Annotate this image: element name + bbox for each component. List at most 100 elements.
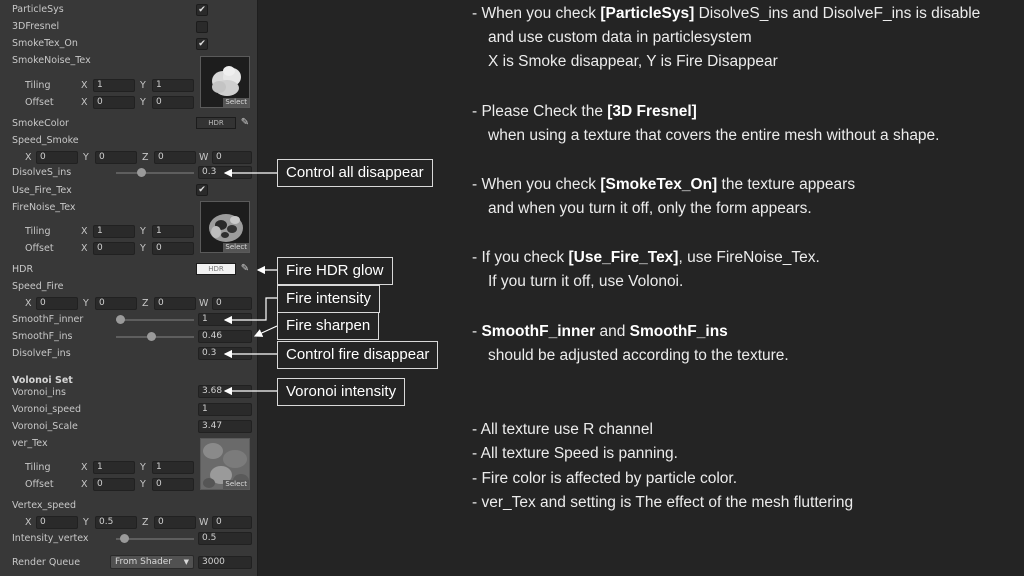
render-queue-label: Render Queue (12, 557, 81, 568)
speed-fire-w-field[interactable]: 0 (212, 297, 252, 310)
smoketex-on-checkbox[interactable]: ✔ (196, 38, 208, 50)
speed-smoke-w-field[interactable]: 0 (212, 151, 252, 164)
note-smoketex-line1: - When you check [SmokeTex_On] the textu… (472, 176, 856, 193)
smoke-color-label: SmokeColor (12, 118, 69, 129)
note-firetex-line2: If you turn it off, use Volonoi. (488, 273, 684, 290)
particlesys-checkbox[interactable]: ✔ (196, 4, 208, 16)
axis-w-label: W (199, 298, 209, 309)
hdr-badge: HDR (208, 119, 224, 127)
checkmark-icon: ✔ (198, 5, 206, 15)
volonoi-set-heading: Volonoi Set (12, 375, 73, 386)
render-queue-field[interactable]: 3000 (198, 556, 252, 569)
smoke-tiling-x-field[interactable]: 1 (93, 79, 135, 92)
ver-tiling-label: Tiling (25, 462, 51, 473)
speed-fire-z-field[interactable]: 0 (154, 297, 196, 310)
axis-y-label: Y (140, 97, 146, 108)
note-r-channel: - All texture use R channel (472, 421, 653, 438)
smoothf-inner-slider-track[interactable] (116, 319, 194, 321)
smoke-noise-tex-label: SmokeNoise_Tex (12, 55, 91, 66)
particlesys-label: ParticleSys (12, 4, 64, 15)
callout-voronoi-intensity: Voronoi intensity (277, 378, 406, 406)
axis-x-label: X (81, 479, 88, 490)
disolves-ins-field[interactable]: 0.3 (198, 166, 252, 179)
texture-select-button[interactable]: Select (223, 98, 249, 107)
speed-fire-x-field[interactable]: 0 (36, 297, 78, 310)
callout-fire-sharpen: Fire sharpen (277, 312, 380, 340)
ver-offset-y-field[interactable]: 0 (152, 478, 194, 491)
note-particlesys-line2: and use custom data in particlesystem (488, 29, 752, 46)
fire-offset-x-field[interactable]: 0 (93, 242, 135, 255)
fire-tiling-x-field[interactable]: 1 (93, 225, 135, 238)
vertex-speed-y-field[interactable]: 0.5 (95, 516, 137, 529)
smoke-noise-texture-slot[interactable]: Select (200, 56, 250, 108)
smoke-offset-x-field[interactable]: 0 (93, 96, 135, 109)
use-fire-tex-checkbox[interactable]: ✔ (196, 184, 208, 196)
eyedropper-icon[interactable]: ✎ (239, 117, 251, 129)
smoke-tiling-label: Tiling (25, 80, 51, 91)
smoke-offset-y-field[interactable]: 0 (152, 96, 194, 109)
note-vertex-flutter: - ver_Tex and setting is The effect of t… (472, 494, 854, 511)
vertex-speed-w-field[interactable]: 0 (212, 516, 252, 529)
speed-smoke-x-field[interactable]: 0 (36, 151, 78, 164)
smoothf-ins-slider-knob[interactable] (147, 332, 156, 341)
axis-x-label: X (81, 462, 88, 473)
vertex-speed-z-field[interactable]: 0 (154, 516, 196, 529)
material-inspector-panel: ParticleSys ✔ 3DFresnel SmokeTex_On ✔ Sm… (0, 0, 258, 576)
axis-z-label: Z (142, 152, 149, 163)
voronoi-scale-label: Voronoi_Scale (12, 421, 78, 432)
ver-tiling-y-field[interactable]: 1 (152, 461, 194, 474)
note-particlesys-line3: X is Smoke disappear, Y is Fire Disappea… (488, 53, 778, 70)
axis-w-label: W (199, 152, 209, 163)
axis-y-label: Y (83, 517, 89, 528)
disolves-ins-slider-track[interactable] (116, 172, 194, 174)
note-smoketex-line2: and when you turn it off, only the form … (488, 200, 812, 217)
fire-offset-y-field[interactable]: 0 (152, 242, 194, 255)
smoothf-inner-slider-knob[interactable] (116, 315, 125, 324)
axis-y-label: Y (83, 298, 89, 309)
texture-select-button[interactable]: Select (223, 243, 249, 252)
axis-y-label: Y (140, 243, 146, 254)
voronoi-scale-field[interactable]: 3.47 (198, 420, 252, 433)
smoothf-inner-label: SmoothF_inner (12, 314, 84, 325)
smoke-offset-label: Offset (25, 97, 54, 108)
eyedropper-icon[interactable]: ✎ (239, 263, 251, 275)
vertex-speed-label: Vertex_speed (12, 500, 76, 511)
axis-x-label: X (25, 152, 32, 163)
voronoi-ins-field[interactable]: 3.68 (198, 385, 252, 398)
render-queue-dropdown[interactable]: From Shader ▼ (110, 555, 194, 569)
axis-z-label: Z (142, 298, 149, 309)
note-particle-color: - Fire color is affected by particle col… (472, 470, 738, 487)
axis-x-label: X (25, 298, 32, 309)
fire-tiling-y-field[interactable]: 1 (152, 225, 194, 238)
disolves-ins-label: DisolveS_ins (12, 167, 72, 178)
smoke-color-swatch[interactable]: HDR (196, 117, 236, 129)
voronoi-speed-field[interactable]: 1 (198, 403, 252, 416)
intensity-vertex-field[interactable]: 0.5 (198, 532, 252, 545)
speed-smoke-z-field[interactable]: 0 (154, 151, 196, 164)
axis-x-label: X (81, 80, 88, 91)
fire-hdr-color-swatch[interactable]: HDR (196, 263, 236, 275)
ver-offset-label: Offset (25, 479, 54, 490)
smoothf-ins-field[interactable]: 0.46 (198, 330, 252, 343)
smoke-tiling-y-field[interactable]: 1 (152, 79, 194, 92)
checkmark-icon: ✔ (198, 39, 206, 49)
speed-fire-label: Speed_Fire (12, 281, 64, 292)
fire-noise-texture-slot[interactable]: Select (200, 201, 250, 253)
note-fresnel-line2: when using a texture that covers the ent… (488, 127, 940, 144)
disolves-ins-slider-knob[interactable] (137, 168, 146, 177)
texture-select-button[interactable]: Select (223, 480, 249, 489)
axis-y-label: Y (140, 462, 146, 473)
axis-y-label: Y (140, 479, 146, 490)
speed-fire-y-field[interactable]: 0 (95, 297, 137, 310)
ver-tex-texture-slot[interactable]: Select (200, 438, 250, 490)
ver-tiling-x-field[interactable]: 1 (93, 461, 135, 474)
hdr-badge: HDR (208, 265, 224, 273)
intensity-vertex-slider-knob[interactable] (120, 534, 129, 543)
fresnel-3d-checkbox[interactable] (196, 21, 208, 33)
speed-smoke-y-field[interactable]: 0 (95, 151, 137, 164)
ver-offset-x-field[interactable]: 0 (93, 478, 135, 491)
hdr-label: HDR (12, 264, 34, 275)
disolvef-ins-field[interactable]: 0.3 (198, 347, 252, 360)
vertex-speed-x-field[interactable]: 0 (36, 516, 78, 529)
smoothf-inner-field[interactable]: 1 (198, 313, 252, 326)
